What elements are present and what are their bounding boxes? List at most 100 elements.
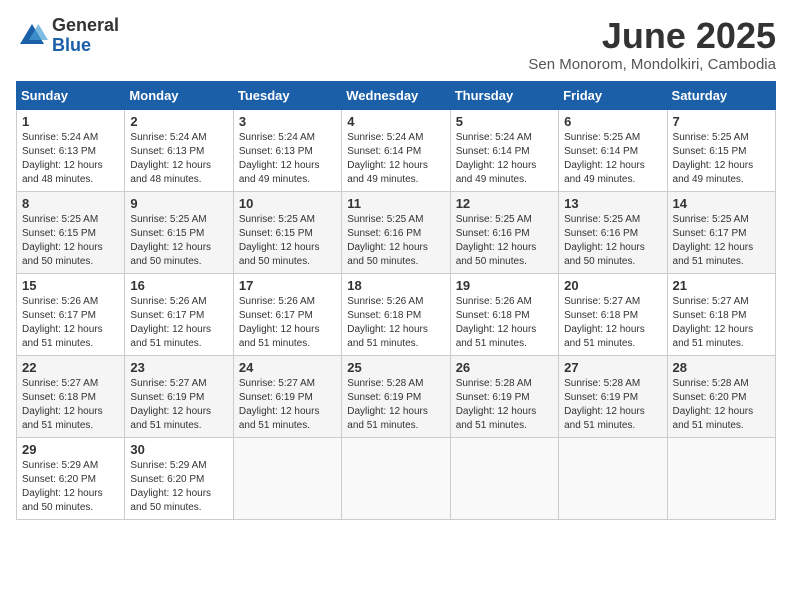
day-info: Sunrise: 5:25 AMSunset: 6:15 PMDaylight:…	[673, 132, 754, 185]
day-number: 26	[456, 360, 553, 375]
day-cell-2: 2 Sunrise: 5:24 AMSunset: 6:13 PMDayligh…	[125, 109, 233, 191]
header-friday: Friday	[559, 81, 667, 109]
day-number: 29	[22, 442, 119, 457]
header-monday: Monday	[125, 81, 233, 109]
day-number: 11	[347, 196, 444, 211]
day-number: 5	[456, 114, 553, 129]
day-number: 4	[347, 114, 444, 129]
day-cell-10: 10 Sunrise: 5:25 AMSunset: 6:15 PMDaylig…	[233, 191, 341, 273]
day-cell-5: 5 Sunrise: 5:24 AMSunset: 6:14 PMDayligh…	[450, 109, 558, 191]
header-thursday: Thursday	[450, 81, 558, 109]
week-row-4: 22 Sunrise: 5:27 AMSunset: 6:18 PMDaylig…	[17, 355, 776, 437]
day-cell-13: 13 Sunrise: 5:25 AMSunset: 6:16 PMDaylig…	[559, 191, 667, 273]
logo-blue-text: Blue	[52, 36, 119, 56]
day-number: 24	[239, 360, 336, 375]
day-cell-30: 30 Sunrise: 5:29 AMSunset: 6:20 PMDaylig…	[125, 437, 233, 519]
day-number: 22	[22, 360, 119, 375]
day-info: Sunrise: 5:28 AMSunset: 6:19 PMDaylight:…	[347, 378, 428, 431]
day-number: 8	[22, 196, 119, 211]
day-info: Sunrise: 5:27 AMSunset: 6:18 PMDaylight:…	[673, 296, 754, 349]
day-info: Sunrise: 5:28 AMSunset: 6:19 PMDaylight:…	[564, 378, 645, 431]
week-row-3: 15 Sunrise: 5:26 AMSunset: 6:17 PMDaylig…	[17, 273, 776, 355]
day-cell-7: 7 Sunrise: 5:25 AMSunset: 6:15 PMDayligh…	[667, 109, 775, 191]
header-row: SundayMondayTuesdayWednesdayThursdayFrid…	[17, 81, 776, 109]
day-info: Sunrise: 5:28 AMSunset: 6:19 PMDaylight:…	[456, 378, 537, 431]
day-number: 25	[347, 360, 444, 375]
day-info: Sunrise: 5:25 AMSunset: 6:15 PMDaylight:…	[130, 214, 211, 267]
day-number: 14	[673, 196, 770, 211]
day-number: 13	[564, 196, 661, 211]
day-cell-17: 17 Sunrise: 5:26 AMSunset: 6:17 PMDaylig…	[233, 273, 341, 355]
empty-cell	[233, 437, 341, 519]
day-cell-21: 21 Sunrise: 5:27 AMSunset: 6:18 PMDaylig…	[667, 273, 775, 355]
day-cell-26: 26 Sunrise: 5:28 AMSunset: 6:19 PMDaylig…	[450, 355, 558, 437]
day-cell-24: 24 Sunrise: 5:27 AMSunset: 6:19 PMDaylig…	[233, 355, 341, 437]
day-cell-28: 28 Sunrise: 5:28 AMSunset: 6:20 PMDaylig…	[667, 355, 775, 437]
day-cell-18: 18 Sunrise: 5:26 AMSunset: 6:18 PMDaylig…	[342, 273, 450, 355]
day-number: 16	[130, 278, 227, 293]
header-wednesday: Wednesday	[342, 81, 450, 109]
day-number: 20	[564, 278, 661, 293]
day-info: Sunrise: 5:24 AMSunset: 6:13 PMDaylight:…	[130, 132, 211, 185]
calendar-table: SundayMondayTuesdayWednesdayThursdayFrid…	[16, 81, 776, 520]
page-header: General Blue June 2025 Sen Monorom, Mond…	[16, 16, 776, 73]
day-info: Sunrise: 5:25 AMSunset: 6:16 PMDaylight:…	[564, 214, 645, 267]
location-text: Sen Monorom, Mondolkiri, Cambodia	[528, 56, 776, 73]
day-number: 23	[130, 360, 227, 375]
day-info: Sunrise: 5:27 AMSunset: 6:19 PMDaylight:…	[130, 378, 211, 431]
day-cell-4: 4 Sunrise: 5:24 AMSunset: 6:14 PMDayligh…	[342, 109, 450, 191]
day-info: Sunrise: 5:27 AMSunset: 6:18 PMDaylight:…	[564, 296, 645, 349]
day-info: Sunrise: 5:27 AMSunset: 6:18 PMDaylight:…	[22, 378, 103, 431]
header-sunday: Sunday	[17, 81, 125, 109]
day-info: Sunrise: 5:24 AMSunset: 6:14 PMDaylight:…	[456, 132, 537, 185]
header-saturday: Saturday	[667, 81, 775, 109]
day-cell-6: 6 Sunrise: 5:25 AMSunset: 6:14 PMDayligh…	[559, 109, 667, 191]
month-title: June 2025	[528, 16, 776, 56]
day-info: Sunrise: 5:25 AMSunset: 6:16 PMDaylight:…	[347, 214, 428, 267]
empty-cell	[559, 437, 667, 519]
day-cell-29: 29 Sunrise: 5:29 AMSunset: 6:20 PMDaylig…	[17, 437, 125, 519]
day-cell-12: 12 Sunrise: 5:25 AMSunset: 6:16 PMDaylig…	[450, 191, 558, 273]
day-number: 18	[347, 278, 444, 293]
title-area: June 2025 Sen Monorom, Mondolkiri, Cambo…	[528, 16, 776, 73]
day-number: 21	[673, 278, 770, 293]
week-row-1: 1 Sunrise: 5:24 AMSunset: 6:13 PMDayligh…	[17, 109, 776, 191]
day-number: 9	[130, 196, 227, 211]
header-tuesday: Tuesday	[233, 81, 341, 109]
day-cell-11: 11 Sunrise: 5:25 AMSunset: 6:16 PMDaylig…	[342, 191, 450, 273]
day-number: 19	[456, 278, 553, 293]
day-cell-25: 25 Sunrise: 5:28 AMSunset: 6:19 PMDaylig…	[342, 355, 450, 437]
day-number: 30	[130, 442, 227, 457]
day-number: 10	[239, 196, 336, 211]
day-cell-9: 9 Sunrise: 5:25 AMSunset: 6:15 PMDayligh…	[125, 191, 233, 273]
day-info: Sunrise: 5:29 AMSunset: 6:20 PMDaylight:…	[130, 460, 211, 513]
day-info: Sunrise: 5:29 AMSunset: 6:20 PMDaylight:…	[22, 460, 103, 513]
day-info: Sunrise: 5:24 AMSunset: 6:14 PMDaylight:…	[347, 132, 428, 185]
day-info: Sunrise: 5:25 AMSunset: 6:16 PMDaylight:…	[456, 214, 537, 267]
day-info: Sunrise: 5:27 AMSunset: 6:19 PMDaylight:…	[239, 378, 320, 431]
day-info: Sunrise: 5:24 AMSunset: 6:13 PMDaylight:…	[239, 132, 320, 185]
day-info: Sunrise: 5:26 AMSunset: 6:17 PMDaylight:…	[130, 296, 211, 349]
day-cell-3: 3 Sunrise: 5:24 AMSunset: 6:13 PMDayligh…	[233, 109, 341, 191]
day-info: Sunrise: 5:25 AMSunset: 6:14 PMDaylight:…	[564, 132, 645, 185]
empty-cell	[667, 437, 775, 519]
day-number: 28	[673, 360, 770, 375]
day-info: Sunrise: 5:25 AMSunset: 6:17 PMDaylight:…	[673, 214, 754, 267]
week-row-5: 29 Sunrise: 5:29 AMSunset: 6:20 PMDaylig…	[17, 437, 776, 519]
empty-cell	[450, 437, 558, 519]
day-cell-22: 22 Sunrise: 5:27 AMSunset: 6:18 PMDaylig…	[17, 355, 125, 437]
day-cell-15: 15 Sunrise: 5:26 AMSunset: 6:17 PMDaylig…	[17, 273, 125, 355]
day-number: 15	[22, 278, 119, 293]
day-info: Sunrise: 5:26 AMSunset: 6:18 PMDaylight:…	[456, 296, 537, 349]
day-number: 6	[564, 114, 661, 129]
day-number: 1	[22, 114, 119, 129]
empty-cell	[342, 437, 450, 519]
day-number: 12	[456, 196, 553, 211]
day-cell-8: 8 Sunrise: 5:25 AMSunset: 6:15 PMDayligh…	[17, 191, 125, 273]
day-number: 27	[564, 360, 661, 375]
day-number: 2	[130, 114, 227, 129]
day-cell-27: 27 Sunrise: 5:28 AMSunset: 6:19 PMDaylig…	[559, 355, 667, 437]
logo-general-text: General	[52, 16, 119, 36]
day-cell-23: 23 Sunrise: 5:27 AMSunset: 6:19 PMDaylig…	[125, 355, 233, 437]
day-number: 3	[239, 114, 336, 129]
